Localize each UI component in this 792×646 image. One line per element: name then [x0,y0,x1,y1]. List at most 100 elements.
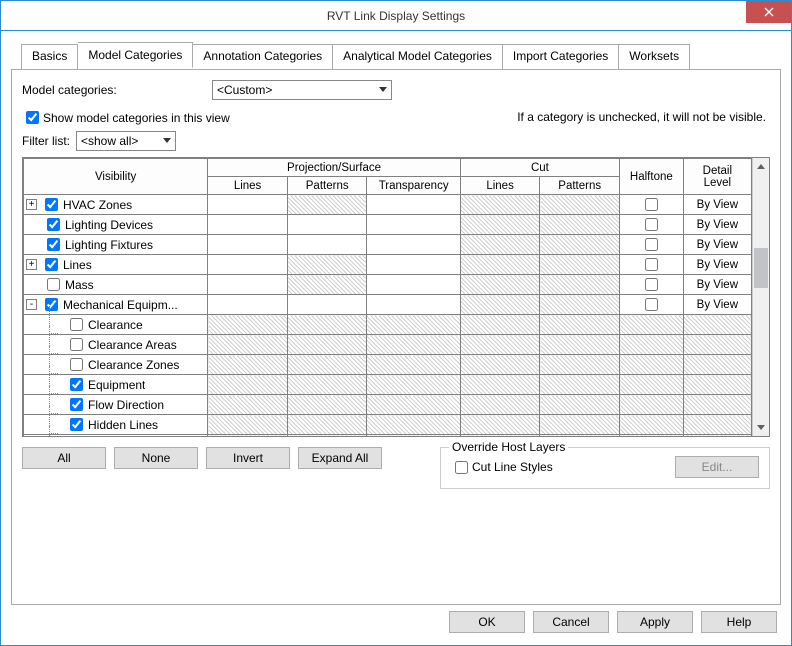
expand-icon[interactable]: + [26,259,37,270]
tab-worksets[interactable]: Worksets [619,44,690,70]
category-checkbox[interactable] [70,318,83,331]
detail-level-cell[interactable]: By View [683,275,751,295]
category-label: Mechanical Equipm... [63,298,178,312]
tab-model-categories[interactable]: Model Categories [78,42,193,68]
model-categories-select[interactable]: <Custom> [212,80,392,100]
window-title: RVT Link Display Settings [327,9,465,23]
expand-icon[interactable]: + [26,199,37,210]
category-label: Lighting Fixtures [65,238,153,252]
scroll-thumb[interactable] [754,248,768,288]
titlebar: RVT Link Display Settings [1,1,791,31]
table-row[interactable]: Lighting Devices By View [24,215,752,235]
all-button[interactable]: All [22,447,106,469]
category-label: HVAC Zones [63,198,132,212]
halftone-checkbox[interactable] [645,198,658,211]
detail-level-cell[interactable]: By View [683,295,751,315]
filter-list-label: Filter list: [22,134,70,148]
expand-all-button[interactable]: Expand All [298,447,382,469]
show-model-categories-checkbox[interactable] [26,111,39,124]
category-label: Mass [65,278,94,292]
category-checkbox[interactable] [47,238,60,251]
close-button[interactable] [746,1,791,23]
cut-line-styles-checkbox[interactable] [455,461,468,474]
table-row[interactable]: Clearance Areas [24,335,752,355]
table-row[interactable]: Flow Direction [24,395,752,415]
chevron-down-icon [757,425,765,430]
close-icon [764,7,774,17]
table-row[interactable]: No Fly Zone [24,435,752,437]
cut-line-styles-label: Cut Line Styles [472,460,553,474]
scroll-up-button[interactable] [753,158,769,175]
col-proj-patterns[interactable]: Patterns [287,177,367,195]
table-row[interactable]: + Lines By View [24,255,752,275]
none-button[interactable]: None [114,447,198,469]
detail-level-cell[interactable]: By View [683,215,751,235]
edit-button: Edit... [675,456,759,478]
table-row[interactable]: Clearance Zones [24,355,752,375]
table-row[interactable]: Lighting Fixtures By View [24,235,752,255]
cancel-button[interactable]: Cancel [533,611,609,633]
category-label: Clearance Zones [88,358,179,372]
tab-import-categories[interactable]: Import Categories [503,44,619,70]
category-checkbox[interactable] [70,398,83,411]
category-checkbox[interactable] [70,338,83,351]
category-checkbox[interactable] [70,358,83,371]
category-checkbox[interactable] [47,218,60,231]
tab-analytical-model-categories[interactable]: Analytical Model Categories [333,44,503,70]
detail-level-cell[interactable]: By View [683,255,751,275]
category-checkbox[interactable] [45,258,58,271]
col-detail[interactable]: Detail Level [683,159,751,195]
col-visibility[interactable]: Visibility [24,159,208,195]
collapse-icon[interactable]: - [26,299,37,310]
col-projection[interactable]: Projection/Surface [208,159,461,177]
override-host-layers-group: Override Host Layers Cut Line Styles Edi… [440,447,770,489]
chevron-up-icon [757,164,765,169]
halftone-checkbox[interactable] [645,238,658,251]
invert-button[interactable]: Invert [206,447,290,469]
category-checkbox[interactable] [70,378,83,391]
category-label: Flow Direction [88,398,164,412]
apply-button[interactable]: Apply [617,611,693,633]
show-model-categories-label: Show model categories in this view [43,111,230,125]
table-row[interactable]: Clearance [24,315,752,335]
category-label: Equipment [88,378,145,392]
grid-scrollbar[interactable] [752,158,769,436]
col-cut-lines[interactable]: Lines [460,177,540,195]
category-checkbox[interactable] [47,278,60,291]
dialog-button-row: OK Cancel Apply Help [449,611,777,633]
detail-level-cell[interactable]: By View [683,235,751,255]
category-label: Clearance [88,318,143,332]
scroll-down-button[interactable] [753,419,769,436]
help-button[interactable]: Help [701,611,777,633]
table-row[interactable]: - Mechanical Equipm... By View [24,295,752,315]
table-row[interactable]: Hidden Lines [24,415,752,435]
tab-panel-model-categories: Model categories: <Custom> Show model ca… [11,69,781,605]
halftone-checkbox[interactable] [645,258,658,271]
unchecked-note: If a category is unchecked, it will not … [517,110,766,124]
col-cut[interactable]: Cut [460,159,619,177]
category-label: Lighting Devices [65,218,153,232]
col-proj-transparency[interactable]: Transparency [367,177,460,195]
table-row[interactable]: + HVAC Zones By View [24,195,752,215]
override-host-layers-legend: Override Host Layers [449,440,568,454]
tab-basics[interactable]: Basics [21,44,78,70]
col-cut-patterns[interactable]: Patterns [540,177,620,195]
category-label: Clearance Areas [88,338,177,352]
halftone-checkbox[interactable] [645,218,658,231]
halftone-checkbox[interactable] [645,278,658,291]
table-row[interactable]: Equipment [24,375,752,395]
table-row[interactable]: Mass By View [24,275,752,295]
category-checkbox[interactable] [45,198,58,211]
detail-level-cell[interactable]: By View [683,195,751,215]
halftone-checkbox[interactable] [645,298,658,311]
tab-annotation-categories[interactable]: Annotation Categories [193,44,333,70]
ok-button[interactable]: OK [449,611,525,633]
category-checkbox[interactable] [70,418,83,431]
dialog-window: RVT Link Display Settings BasicsModel Ca… [0,0,792,646]
category-label: Lines [63,258,92,272]
col-halftone[interactable]: Halftone [620,159,684,195]
col-proj-lines[interactable]: Lines [208,177,288,195]
category-label: Hidden Lines [88,418,158,432]
tab-strip: BasicsModel CategoriesAnnotation Categor… [11,43,781,69]
filter-list-select[interactable]: <show all> [76,131,176,151]
